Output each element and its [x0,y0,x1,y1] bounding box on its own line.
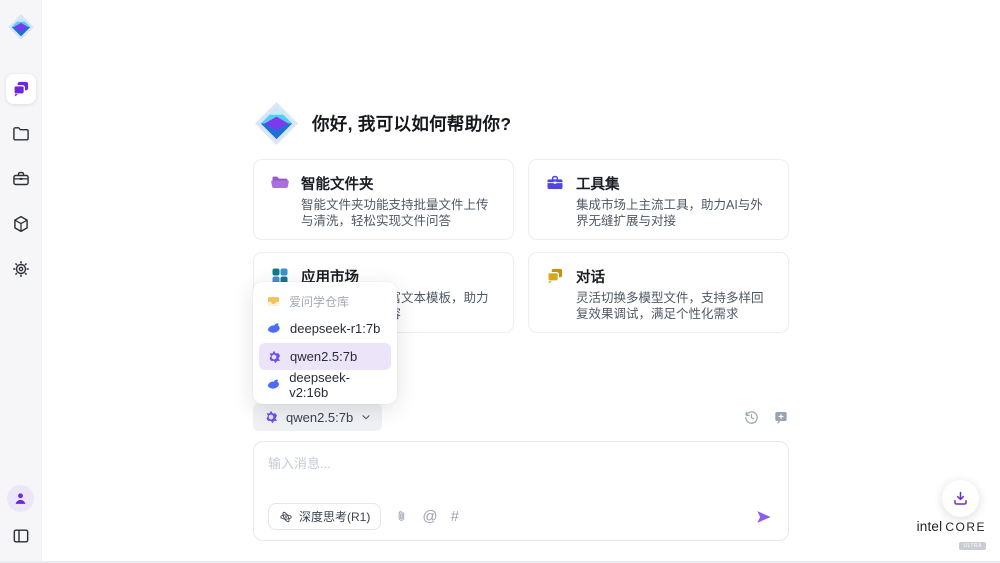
main-area: 你好, 我可以如何帮助你? 智能文件夹 智能文件夹功能支持批量文件上传与清洗，轻… [42,0,1000,563]
send-icon [754,507,774,527]
ultra-badge: ULTRA [959,542,986,550]
model-selector[interactable]: qwen2.5:7b [253,403,382,431]
card-toolset[interactable]: 工具集 集成市场上主流工具，助力AI与外界无缝扩展与对接 [528,159,789,240]
model-dropdown: 爱问学仓库 deepseek-r1:7b qwen2.5:7b deepseek… [253,282,397,404]
sidebar-bottom [6,485,36,551]
deep-think-label: 深度思考(R1) [299,508,370,525]
chat-icon [11,79,31,99]
model-option-label: qwen2.5:7b [290,349,357,364]
qwen-icon [266,349,282,365]
model-option-label: deepseek-r1:7b [290,321,380,336]
model-group-header: 爱问学仓库 [259,288,391,314]
repo-icon [266,294,281,309]
message-input[interactable] [268,453,774,503]
model-option-qwen[interactable]: qwen2.5:7b [259,343,391,370]
send-button[interactable] [754,507,774,527]
briefcase-icon [11,169,31,189]
chevron-down-icon [360,411,372,423]
panel-toggle-icon [11,526,31,546]
sidebar-item-models[interactable] [6,209,36,239]
yellow-chat-icon [545,266,565,286]
history-icon [743,409,760,426]
card-smart-folder[interactable]: 智能文件夹 智能文件夹功能支持批量文件上传与清洗，轻松实现文件问答 [253,159,514,240]
intel-core-logo: intel CORE ULTRA [917,519,986,552]
sidebar [0,0,42,563]
atom-icon [279,510,293,524]
model-selector-row: qwen2.5:7b [253,403,789,431]
collapse-sidebar-button[interactable] [6,521,36,551]
core-wordmark: CORE [945,520,986,534]
model-option-label: deepseek-v2:16b [289,370,384,400]
card-conversation[interactable]: 对话 灵活切换多模型文件，支持多样回复效果调试，满足个性化需求 [528,252,789,333]
intel-wordmark: intel [917,519,943,534]
card-desc: 集成市场上主流工具，助力AI与外界无缝扩展与对接 [576,197,772,229]
folder-icon [11,124,31,144]
deepseek-icon [266,321,282,337]
model-option-deepseek-r1[interactable]: deepseek-r1:7b [259,315,391,342]
greeting-header: 你好, 我可以如何帮助你? [253,0,789,147]
qwen-icon [263,409,279,425]
gear-icon [11,259,31,279]
mention-button[interactable]: @ [422,509,437,524]
download-button[interactable] [942,480,979,517]
card-desc: 智能文件夹功能支持批量文件上传与清洗，轻松实现文件问答 [301,197,497,229]
sidebar-nav [6,74,36,284]
download-icon [951,489,970,508]
app-logo-icon [7,13,35,46]
user-avatar[interactable] [7,485,34,512]
sidebar-item-toolbox[interactable] [6,164,36,194]
paperclip-icon [394,509,409,524]
new-chat-icon [773,409,789,425]
composer-toolbar: 深度思考(R1) @ # [268,503,774,530]
card-title: 对话 [576,266,605,287]
new-chat-button[interactable] [773,409,789,425]
hash-button[interactable]: # [451,509,459,524]
greeting-logo-icon [253,100,300,147]
deepseek-icon [266,377,281,393]
model-group-label: 爱问学仓库 [289,293,349,310]
sidebar-item-folders[interactable] [6,119,36,149]
card-title: 智能文件夹 [301,173,374,194]
sidebar-item-settings[interactable] [6,254,36,284]
purple-folder-icon [270,173,290,193]
attach-file-button[interactable] [394,509,409,524]
cube-icon [11,214,31,234]
history-button[interactable] [743,409,760,426]
sidebar-item-chat[interactable] [6,74,36,104]
greeting-title: 你好, 我可以如何帮助你? [312,111,511,136]
card-desc: 灵活切换多模型文件，支持多样回复效果调试，满足个性化需求 [576,290,772,322]
deep-think-button[interactable]: 深度思考(R1) [268,503,381,530]
person-icon [12,490,29,507]
message-composer: 深度思考(R1) @ # [253,441,789,541]
card-title: 工具集 [576,173,620,194]
current-model-label: qwen2.5:7b [286,410,353,425]
model-option-deepseek-v2[interactable]: deepseek-v2:16b [259,371,391,398]
indigo-briefcase-icon [545,173,565,193]
